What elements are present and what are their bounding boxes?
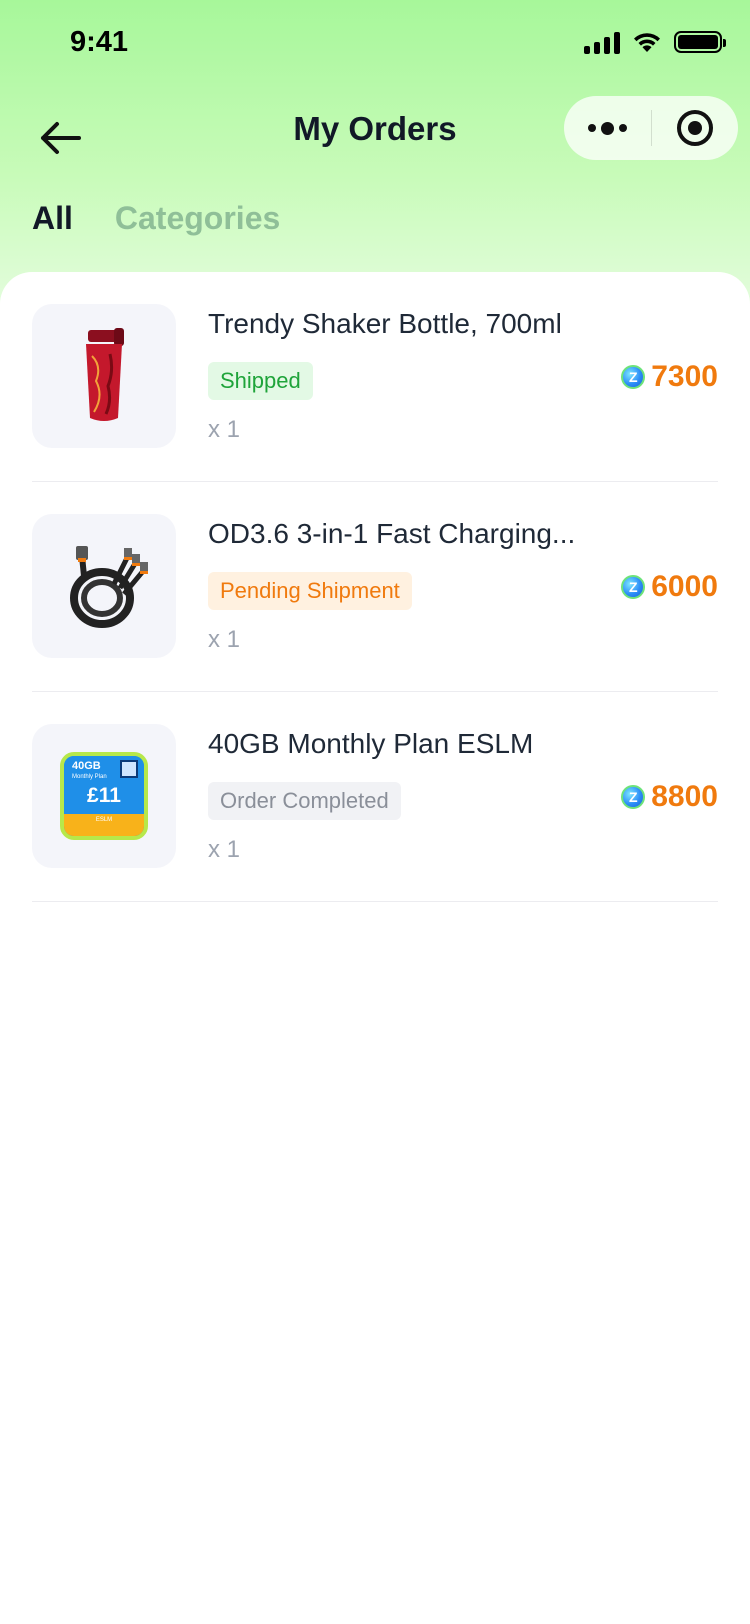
order-item[interactable]: OD3.6 3-in-1 Fast Charging... Pending Sh… bbox=[32, 482, 718, 692]
more-dots-icon bbox=[587, 121, 627, 135]
quantity: x 1 bbox=[208, 626, 241, 653]
price-value: 8800 bbox=[651, 780, 718, 813]
qr-code-icon bbox=[120, 760, 138, 778]
nav-bar: My Orders bbox=[0, 90, 750, 190]
price: Z 8800 bbox=[621, 780, 718, 814]
plan-price: £11 bbox=[87, 784, 121, 807]
charging-cable-icon bbox=[70, 546, 148, 628]
tab-categories[interactable]: Categories bbox=[115, 200, 280, 237]
tab-all[interactable]: All bbox=[32, 200, 73, 237]
product-name: Trendy Shaker Bottle, 700ml bbox=[208, 308, 562, 339]
order-list: Trendy Shaker Bottle, 700ml Shipped x 1 … bbox=[0, 272, 750, 902]
price: Z 6000 bbox=[621, 570, 718, 604]
quantity: x 1 bbox=[208, 416, 241, 443]
data-plan-card-icon: 40GB Monthly Plan £11 ESLM bbox=[60, 752, 148, 840]
product-image bbox=[32, 304, 176, 448]
product-image: 40GB Monthly Plan £11 ESLM bbox=[32, 724, 176, 868]
tab-bar: All Categories bbox=[32, 200, 280, 237]
plan-gb: 40GB bbox=[72, 760, 101, 772]
status-badge: Shipped bbox=[208, 362, 313, 400]
status-bar: 9:41 bbox=[0, 0, 750, 90]
order-item[interactable]: 40GB Monthly Plan £11 ESLM 40GB Monthly … bbox=[32, 692, 718, 902]
status-time: 9:41 bbox=[70, 26, 129, 58]
close-mini-program-button[interactable] bbox=[652, 96, 739, 160]
quantity: x 1 bbox=[208, 836, 241, 863]
status-badge: Order Completed bbox=[208, 782, 401, 820]
coin-icon: Z bbox=[621, 365, 646, 389]
target-icon bbox=[676, 110, 713, 146]
price-value: 6000 bbox=[651, 570, 718, 603]
product-name: OD3.6 3-in-1 Fast Charging... bbox=[208, 518, 576, 549]
status-icons bbox=[584, 30, 726, 54]
shaker-bottle-icon bbox=[86, 328, 124, 421]
product-name: 40GB Monthly Plan ESLM bbox=[208, 728, 534, 759]
price-value: 7300 bbox=[651, 360, 718, 393]
order-item[interactable]: Trendy Shaker Bottle, 700ml Shipped x 1 … bbox=[32, 272, 718, 482]
wifi-icon bbox=[634, 33, 660, 52]
coin-icon: Z bbox=[621, 575, 646, 599]
cellular-signal-icon bbox=[584, 30, 620, 54]
price: Z 7300 bbox=[621, 360, 718, 394]
status-badge: Pending Shipment bbox=[208, 572, 412, 610]
more-options-button[interactable] bbox=[564, 96, 651, 160]
plan-sub: Monthly Plan bbox=[72, 774, 107, 780]
plan-brand: ESLM bbox=[64, 814, 144, 836]
battery-icon bbox=[674, 31, 726, 53]
coin-icon: Z bbox=[621, 785, 646, 809]
product-image bbox=[32, 514, 176, 658]
order-list-panel: Trendy Shaker Bottle, 700ml Shipped x 1 … bbox=[0, 272, 750, 1624]
mini-program-capsule bbox=[564, 96, 738, 160]
